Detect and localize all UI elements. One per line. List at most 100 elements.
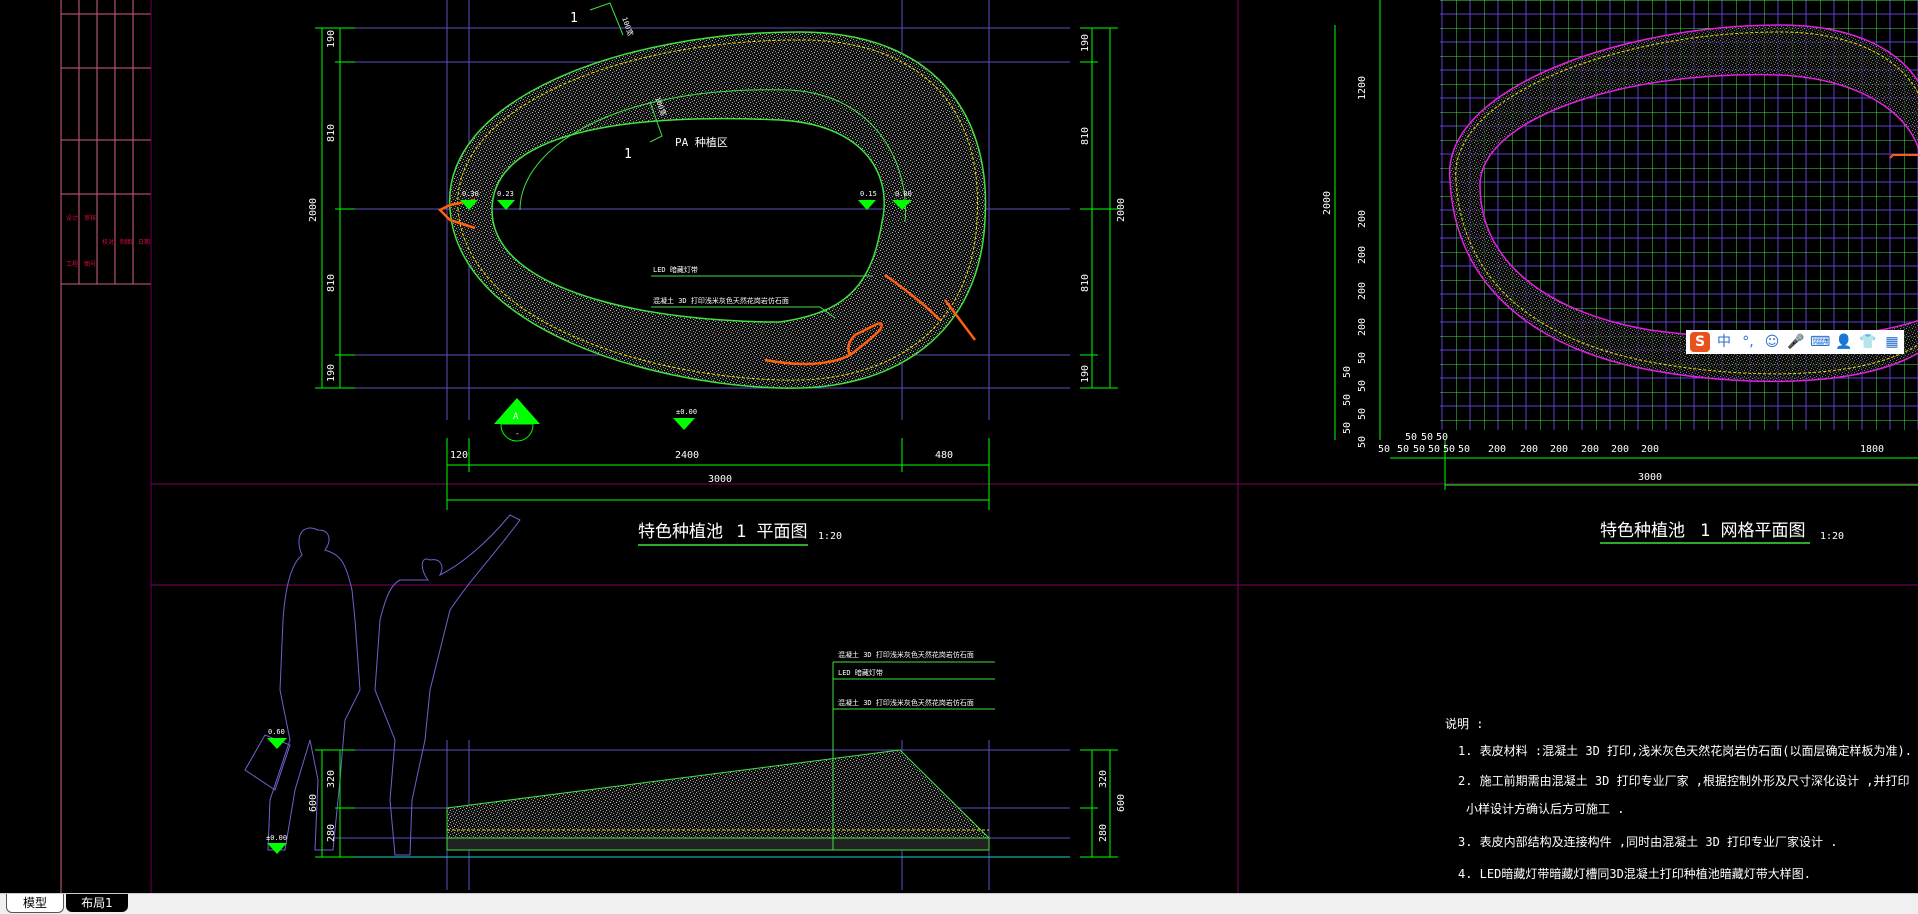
grid-plan	[1440, 0, 1918, 430]
microphone-icon[interactable]: 🎤	[1786, 332, 1806, 352]
section-dim: 280	[1098, 824, 1109, 842]
layout-tab-bar: 模型 布局1	[0, 893, 1918, 914]
svg-text:50: 50	[1378, 444, 1390, 455]
leader-label: 混凝土 3D 打印浅米灰色天然花岗岩仿石面	[653, 296, 789, 305]
callout-number: 1	[570, 11, 578, 26]
svg-text:200: 200	[1357, 282, 1368, 300]
svg-text:50: 50	[1357, 408, 1368, 420]
svg-text:50: 50	[1357, 352, 1368, 364]
svg-text:200: 200	[1357, 246, 1368, 264]
svg-text:50: 50	[1443, 444, 1455, 455]
plan-left-dimensions	[315, 27, 355, 389]
plan-dim-left: 190	[326, 364, 337, 382]
design-notes: 说明 : 1. 表皮材料 :混凝土 3D 打印,浅米灰色天然花岗岩仿石面(以面层…	[1445, 716, 1912, 881]
emoji-icon[interactable]: ☺	[1762, 332, 1782, 352]
level-value: 0.23	[497, 190, 514, 198]
keyboard-icon[interactable]: ⌨	[1810, 332, 1830, 352]
level-value: 0.00	[895, 190, 912, 198]
grid-plan-subtitle: 1 网格平面图	[1700, 521, 1805, 541]
svg-text:50: 50	[1405, 432, 1417, 443]
plan-dim-right: 810	[1080, 274, 1091, 292]
punctuation-icon[interactable]: °,	[1738, 332, 1758, 352]
svg-text:A: A	[513, 412, 519, 422]
svg-text:校对: 校对	[102, 238, 114, 246]
level-value: 0.30	[462, 190, 479, 198]
svg-text:2000: 2000	[1322, 191, 1333, 215]
svg-text:200: 200	[1357, 210, 1368, 228]
svg-text:50: 50	[1342, 366, 1353, 378]
svg-text:200: 200	[1641, 444, 1659, 455]
skin-icon[interactable]: 👕	[1858, 332, 1878, 352]
grid-plan-bottom-dims: 50 50 50 50 50 50 200 200 200 200 200 20…	[1378, 444, 1884, 483]
callout-number: 1	[624, 147, 632, 162]
plan-scale: 1:20	[818, 531, 842, 542]
level-value: ±0.00	[676, 408, 697, 416]
svg-text:200: 200	[1581, 444, 1599, 455]
level-value: 0.60	[268, 728, 285, 736]
grid-plan-scale: 1:20	[1820, 531, 1844, 542]
svg-text:50: 50	[1357, 380, 1368, 392]
leader-label: LED 暗藏灯带	[838, 668, 883, 677]
svg-text:2. 施工前期需由混凝土 3D 打印专业厂: 2. 施工前期需由混凝土 3D 打印专业厂家 ,根据控制外形及尺寸深化设计 ,并…	[1458, 773, 1909, 788]
svg-text:200: 200	[1488, 444, 1506, 455]
cad-drawing-canvas[interactable]: 设计 审核 校对 制图 日期 工程 图号 190 810 2000 810 19…	[0, 0, 1918, 893]
svg-text:50: 50	[1357, 436, 1368, 448]
title-block	[60, 0, 152, 893]
svg-text:50: 50	[1342, 422, 1353, 434]
svg-text:工程: 工程	[66, 260, 78, 268]
zone-label: PA 种植区	[675, 135, 728, 149]
toolbox-icon[interactable]: ▦	[1882, 332, 1902, 352]
svg-text:50: 50	[1458, 444, 1470, 455]
plan-dim-left: 190	[326, 30, 337, 48]
svg-text:50: 50	[1342, 394, 1353, 406]
svg-text:200: 200	[1357, 318, 1368, 336]
leader-label: LED 暗藏灯带	[653, 265, 698, 274]
svg-text:审核: 审核	[84, 214, 96, 222]
sogou-logo-icon[interactable]: S	[1690, 332, 1710, 352]
section-marker-a[interactable]: A -	[494, 398, 540, 442]
plan-dim-left: 810	[326, 124, 337, 142]
plan-right-dimensions	[1080, 27, 1118, 389]
svg-text:3000: 3000	[1638, 472, 1662, 483]
svg-text:图号: 图号	[84, 261, 96, 268]
svg-text:4. LED暗藏灯带暗藏灯槽同3D混凝土打印种植池暗藏灯带大: 4. LED暗藏灯带暗藏灯槽同3D混凝土打印种植池暗藏灯带大样图.	[1458, 866, 1811, 881]
svg-text:200: 200	[1550, 444, 1568, 455]
plan-dim-total: 3000	[708, 474, 732, 485]
plan-dim-bottom: 2400	[675, 450, 699, 461]
svg-text:1200: 1200	[1357, 76, 1368, 100]
section-dim: 600	[308, 794, 319, 812]
grid-plan-top-dims: 50 50 50	[1405, 432, 1448, 443]
svg-text:小样设计方确认后方可施工 .: 小样设计方确认后方可施工 .	[1466, 801, 1624, 816]
svg-text:50: 50	[1413, 444, 1425, 455]
svg-text:日期: 日期	[138, 238, 150, 246]
ime-toolbar[interactable]: S 中 °, ☺ 🎤 ⌨ 👤 👕 ▦	[1686, 330, 1904, 354]
plan-subtitle: 1 平面图	[736, 522, 807, 542]
section-dim: 320	[1098, 770, 1109, 788]
level-value: 0.15	[860, 190, 877, 198]
svg-text:1800: 1800	[1860, 444, 1884, 455]
svg-text:50: 50	[1436, 432, 1448, 443]
svg-text:200: 200	[1520, 444, 1538, 455]
chinese-mode-icon[interactable]: 中	[1714, 332, 1734, 352]
plan-dim-right: 190	[1080, 34, 1091, 52]
svg-text:200: 200	[1611, 444, 1629, 455]
user-icon[interactable]: 👤	[1834, 332, 1854, 352]
plan-title: 特色种植池	[638, 522, 723, 542]
plan-dim-left: 2000	[308, 198, 319, 222]
level-value: ±0.00	[266, 834, 287, 842]
tab-model[interactable]: 模型	[6, 894, 64, 913]
svg-text:制图: 制图	[120, 238, 132, 246]
section-dim: 320	[326, 770, 337, 788]
plan-dim-left: 810	[326, 274, 337, 292]
grid-plan-left-dims: 1200 2000 200 200 200 200 50 50 50 50 50…	[1322, 76, 1368, 448]
svg-text:50: 50	[1421, 432, 1433, 443]
tab-layout1[interactable]: 布局1	[66, 894, 128, 912]
svg-text:3. 表皮内部结构及连接构件: 3. 表皮内部结构及连接构件 ,同时由混凝土 3D 打印专业厂家设计 .	[1458, 834, 1837, 849]
plan-dim-right: 810	[1080, 127, 1091, 145]
svg-text:50: 50	[1428, 444, 1440, 455]
plan-dim-right: 2000	[1116, 198, 1127, 222]
section-dim: 280	[326, 824, 337, 842]
svg-text:-: -	[515, 429, 520, 438]
section-dim: 600	[1116, 794, 1127, 812]
grid-plan-title: 特色种植池	[1600, 521, 1685, 541]
